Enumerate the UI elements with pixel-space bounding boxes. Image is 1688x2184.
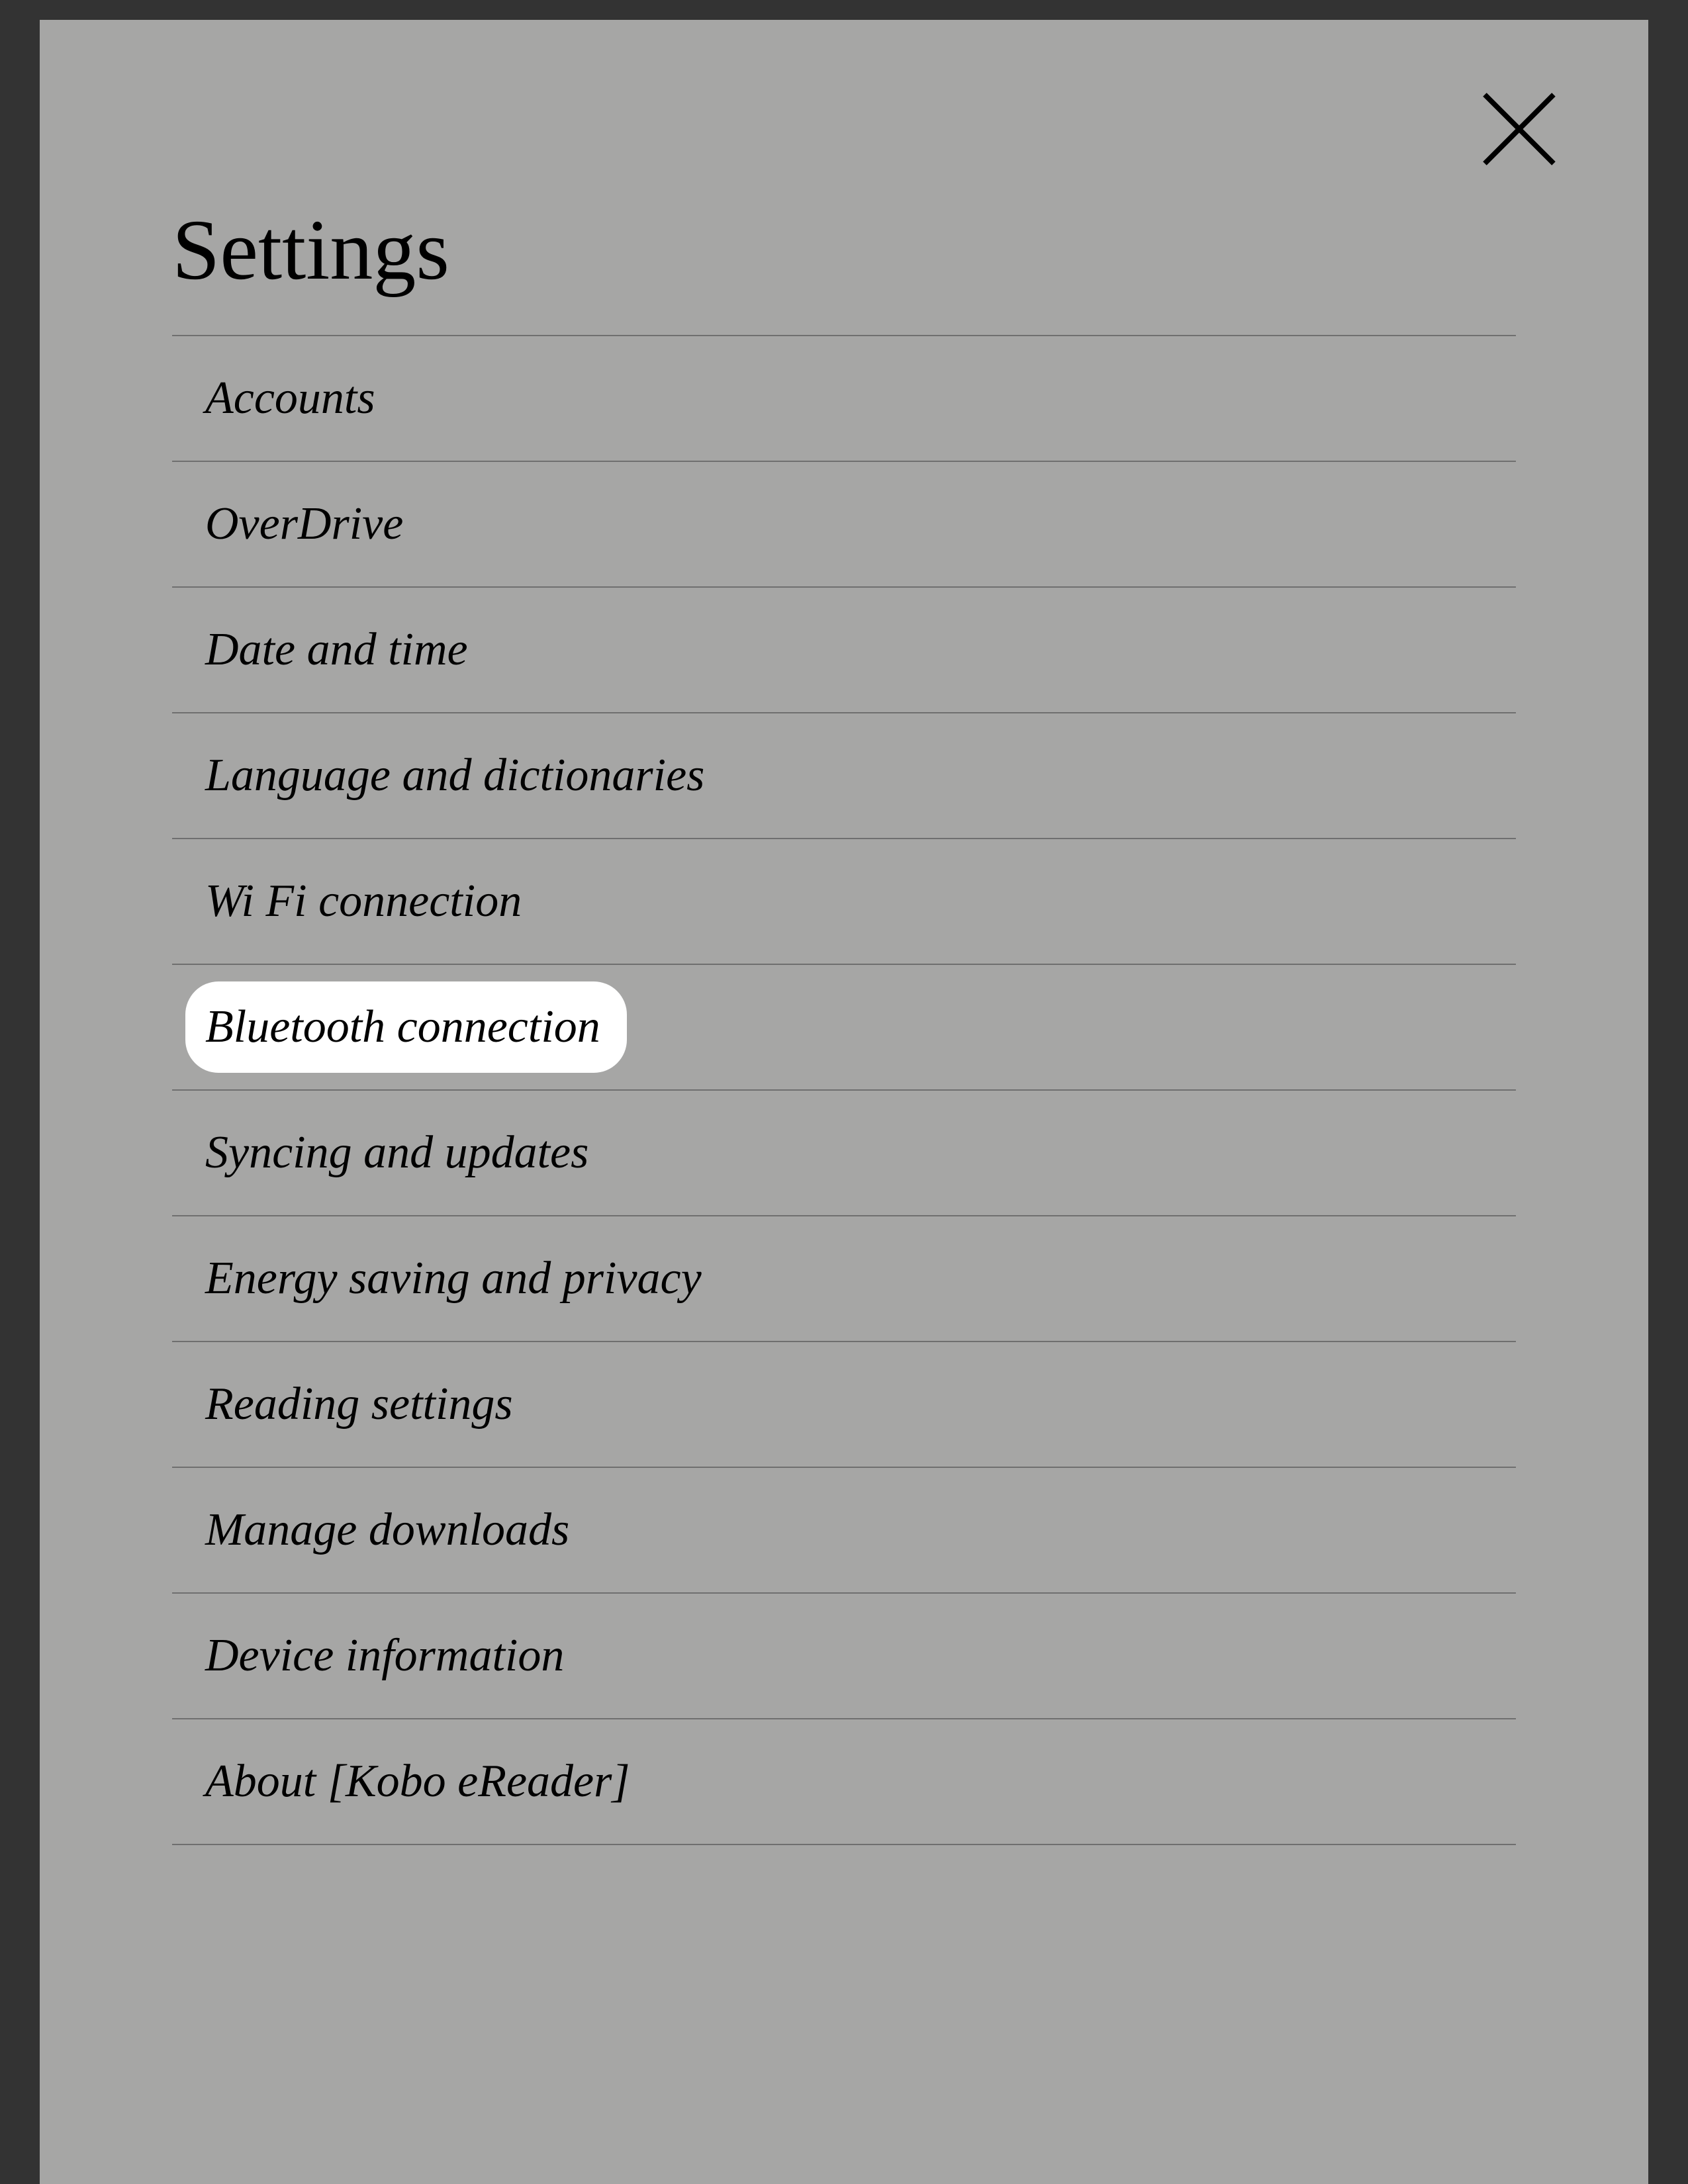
settings-item-accounts[interactable]: Accounts bbox=[172, 336, 1516, 462]
settings-item-label: About [Kobo eReader] bbox=[205, 1749, 630, 1814]
settings-item-label: Syncing and updates bbox=[205, 1120, 588, 1185]
content-area: Settings Accounts OverDrive Date and time L… bbox=[40, 46, 1648, 1845]
settings-item-syncing-and-updates[interactable]: Syncing and updates bbox=[172, 1091, 1516, 1216]
settings-item-label: OverDrive bbox=[205, 492, 403, 557]
settings-item-language-and-dictionaries[interactable]: Language and dictionaries bbox=[172, 713, 1516, 839]
settings-item-device-information[interactable]: Device information bbox=[172, 1594, 1516, 1719]
settings-list: Accounts OverDrive Date and time Language a… bbox=[172, 335, 1516, 1845]
close-icon bbox=[1476, 86, 1562, 172]
settings-item-date-and-time[interactable]: Date and time bbox=[172, 588, 1516, 713]
settings-item-overdrive[interactable]: OverDrive bbox=[172, 462, 1516, 588]
settings-item-label: Date and time bbox=[205, 617, 468, 682]
settings-item-label: Device information bbox=[205, 1623, 564, 1688]
settings-panel: Settings Accounts OverDrive Date and time L… bbox=[40, 20, 1648, 2184]
settings-item-label: Manage downloads bbox=[205, 1498, 569, 1563]
close-button[interactable] bbox=[1476, 86, 1562, 172]
settings-item-label: Language and dictionaries bbox=[205, 743, 704, 808]
settings-item-label: Bluetooth connection bbox=[185, 981, 627, 1073]
settings-item-label: Accounts bbox=[205, 366, 375, 431]
settings-item-wi-fi-connection[interactable]: Wi Fi connection bbox=[172, 839, 1516, 965]
settings-item-reading-settings[interactable]: Reading settings bbox=[172, 1342, 1516, 1468]
page-title: Settings bbox=[172, 199, 1516, 302]
settings-item-label: Wi Fi connection bbox=[205, 869, 522, 934]
settings-item-energy-saving-and-privacy[interactable]: Energy saving and privacy bbox=[172, 1216, 1516, 1342]
settings-item-label: Energy saving and privacy bbox=[205, 1246, 702, 1311]
settings-item-bluetooth-connection[interactable]: Bluetooth connection bbox=[172, 965, 1516, 1091]
settings-item-label: Reading settings bbox=[205, 1372, 513, 1437]
settings-item-manage-downloads[interactable]: Manage downloads bbox=[172, 1468, 1516, 1594]
settings-item-about-kobo-ereader[interactable]: About [Kobo eReader] bbox=[172, 1719, 1516, 1845]
